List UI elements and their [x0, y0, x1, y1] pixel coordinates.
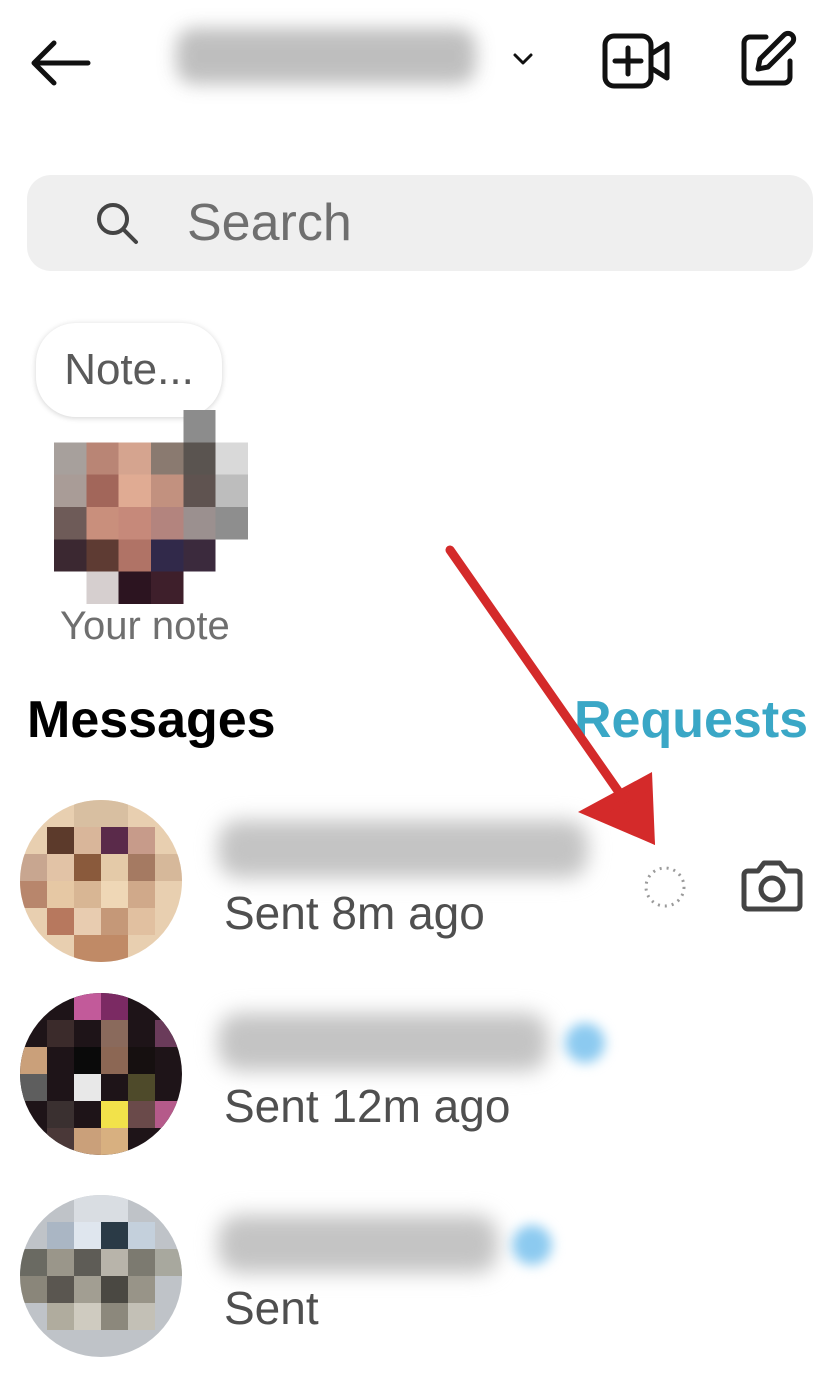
- your-note-label: Your note: [60, 604, 230, 648]
- messages-heading: Messages: [27, 691, 276, 749]
- camera-icon: [741, 860, 803, 912]
- chevron-down-icon: [513, 53, 533, 65]
- compose-pencil-icon: [741, 30, 797, 86]
- camera-button[interactable]: [738, 855, 806, 915]
- contact-name-redacted: [218, 1013, 548, 1071]
- thread-status: Sent 8m ago: [224, 887, 485, 939]
- loading-ring-icon: [644, 866, 686, 908]
- note-bubble[interactable]: Note...: [36, 323, 222, 417]
- avatar: [20, 993, 182, 1155]
- your-avatar[interactable]: [54, 410, 248, 604]
- message-thread[interactable]: Sent 8m ago: [0, 800, 814, 990]
- search-bar[interactable]: [27, 175, 813, 271]
- new-message-button[interactable]: [730, 24, 806, 94]
- back-arrow-icon: [31, 40, 91, 86]
- avatar: [20, 1195, 182, 1357]
- message-thread[interactable]: Sent: [0, 1195, 814, 1385]
- thread-status: Sent 12m ago: [224, 1080, 511, 1132]
- search-input[interactable]: [187, 193, 767, 253]
- note-bubble-text: Note...: [64, 345, 194, 394]
- avatar: [20, 800, 182, 962]
- unseen-dot: [565, 1023, 605, 1063]
- contact-name-redacted: [218, 820, 588, 878]
- account-switcher[interactable]: [176, 14, 548, 98]
- contact-name-redacted: [218, 1215, 498, 1273]
- new-video-call-button[interactable]: [598, 26, 674, 96]
- back-button[interactable]: [22, 28, 98, 98]
- search-icon: [87, 193, 147, 253]
- account-name-redacted: [176, 28, 476, 84]
- video-call-plus-icon: [602, 33, 670, 89]
- thread-status: Sent: [224, 1282, 319, 1334]
- requests-link[interactable]: Requests: [574, 690, 808, 750]
- message-thread[interactable]: Sent 12m ago: [0, 993, 814, 1183]
- unseen-dot: [512, 1225, 552, 1265]
